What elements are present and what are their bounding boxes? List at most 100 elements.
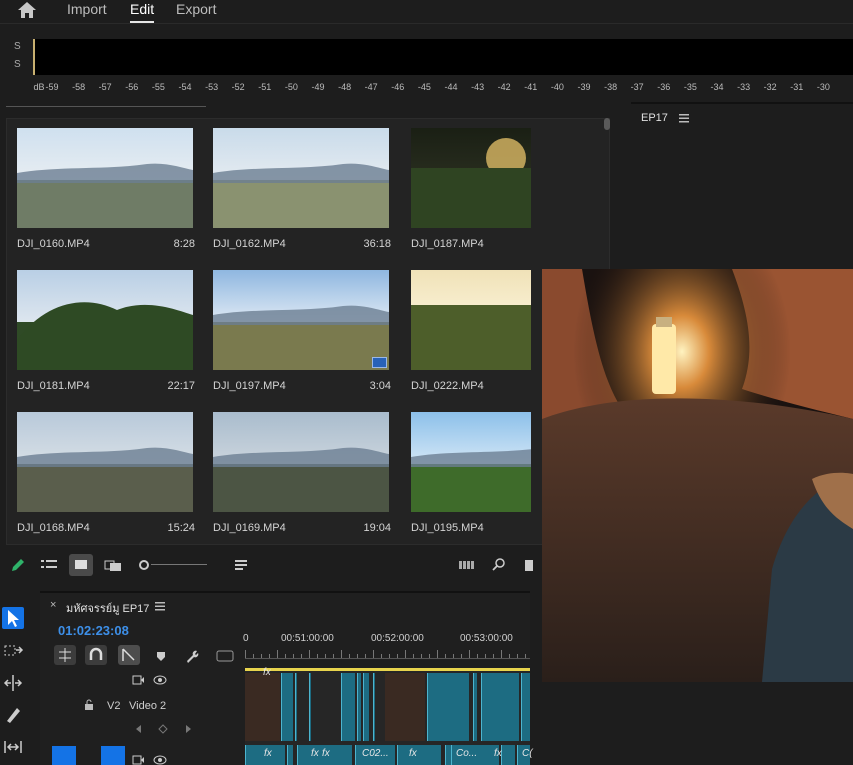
clip-item[interactable]: DJI_0160.MP4 8:28 bbox=[17, 128, 195, 256]
clip-thumbnail[interactable] bbox=[213, 128, 389, 228]
program-sequence-title[interactable]: EP17 bbox=[641, 112, 668, 124]
home-icon[interactable] bbox=[16, 1, 38, 19]
meter-tick-label: -40 bbox=[550, 82, 564, 92]
clip-item[interactable]: DJI_0169.MP4 19:04 bbox=[213, 412, 391, 540]
program-monitor-header: EP17 bbox=[631, 102, 853, 130]
ruler-tick bbox=[445, 654, 446, 658]
clip-thumbnail[interactable] bbox=[411, 412, 531, 512]
sequence-tab[interactable]: มหัศจรรย์มู EP17 bbox=[66, 599, 149, 617]
tab-edit[interactable]: Edit bbox=[130, 1, 155, 23]
timeline-clip[interactable] bbox=[281, 673, 293, 741]
clip-label: fx bbox=[263, 667, 271, 678]
slip-tool-icon[interactable] bbox=[2, 736, 24, 758]
selection-tool[interactable] bbox=[2, 607, 24, 629]
timeline-clip[interactable] bbox=[363, 673, 369, 741]
tab-import[interactable]: Import bbox=[67, 1, 107, 17]
timeline-clip[interactable] bbox=[473, 673, 477, 741]
track-name-v2: Video 2 bbox=[129, 700, 167, 712]
toggle-sync-icon[interactable] bbox=[132, 675, 144, 685]
meter-channel-label: S bbox=[14, 41, 21, 52]
work-area-bar[interactable] bbox=[245, 668, 530, 671]
track-select-icon[interactable] bbox=[2, 640, 24, 662]
ruler-tick bbox=[389, 654, 390, 658]
ruler-tick bbox=[525, 654, 526, 658]
lock-icon[interactable] bbox=[84, 699, 94, 711]
wrench-icon[interactable] bbox=[185, 649, 199, 663]
list-view-icon[interactable] bbox=[40, 557, 58, 573]
timeline-clip[interactable] bbox=[501, 745, 515, 765]
timeline-clip[interactable] bbox=[295, 673, 297, 741]
bin-search-field[interactable] bbox=[6, 93, 206, 107]
clip-duration: 15:24 bbox=[167, 522, 195, 534]
meter-tick-label: -53 bbox=[205, 82, 219, 92]
clip-item[interactable]: DJI_0187.MP4 bbox=[411, 128, 531, 256]
clip-thumbnail[interactable] bbox=[213, 270, 389, 370]
ripple-edit-icon[interactable] bbox=[2, 672, 24, 694]
linked-selection-button[interactable] bbox=[118, 645, 140, 665]
timeline-tracks[interactable]: fx fx fx fx C02... fx Co... fx C( bbox=[245, 667, 533, 765]
snap-button[interactable] bbox=[85, 645, 107, 665]
toggle-sync-icon[interactable] bbox=[132, 755, 144, 765]
clip-thumbnail[interactable] bbox=[213, 412, 389, 512]
clip-item[interactable]: DJI_0197.MP4 3:04 bbox=[213, 270, 391, 398]
timeline-menu-icon[interactable] bbox=[155, 601, 165, 611]
clip-label: fx bbox=[494, 748, 502, 759]
ruler-tick bbox=[453, 654, 454, 658]
nest-toggle-button[interactable] bbox=[54, 645, 76, 665]
eye-icon[interactable] bbox=[153, 755, 167, 765]
clip-thumbnail[interactable] bbox=[17, 270, 193, 370]
pencil-icon[interactable] bbox=[9, 557, 27, 573]
clip-thumbnail[interactable] bbox=[411, 270, 531, 370]
timeline-clip[interactable] bbox=[341, 673, 355, 741]
ruler-tick bbox=[317, 654, 318, 658]
playhead-timecode[interactable]: 01:02:23:08 bbox=[58, 623, 129, 638]
captions-icon[interactable] bbox=[216, 650, 234, 662]
selection-arrow-icon bbox=[8, 610, 19, 627]
timeline-clip[interactable] bbox=[427, 673, 469, 741]
clip-duration: 36:18 bbox=[363, 238, 391, 250]
track-id-v2[interactable]: V2 bbox=[107, 700, 120, 712]
timeline-clip[interactable] bbox=[385, 673, 425, 741]
timeline-clip[interactable] bbox=[521, 673, 530, 741]
clip-name: DJI_0160.MP4 bbox=[17, 238, 90, 250]
clip-item[interactable]: DJI_0222.MP4 bbox=[411, 270, 531, 398]
program-monitor-frame[interactable] bbox=[542, 269, 853, 682]
tab-export[interactable]: Export bbox=[176, 1, 216, 17]
clip-thumbnail[interactable] bbox=[411, 128, 531, 228]
timeline-clip[interactable] bbox=[481, 673, 519, 741]
clip-item[interactable]: DJI_0181.MP4 22:17 bbox=[17, 270, 195, 398]
timeline-clip[interactable] bbox=[373, 673, 375, 741]
add-marker-icon[interactable] bbox=[155, 650, 167, 662]
timeline-clip[interactable] bbox=[287, 745, 293, 765]
time-ruler[interactable]: 0 00:51:00:00 00:52:00:00 00:53:00:00 bbox=[243, 633, 530, 661]
linked-selection-icon bbox=[122, 648, 135, 661]
timeline-clip[interactable] bbox=[397, 745, 441, 765]
search-icon[interactable] bbox=[490, 557, 508, 573]
automate-to-sequence-icon[interactable] bbox=[458, 557, 476, 573]
track-target-v1[interactable] bbox=[101, 746, 125, 765]
clip-thumbnail[interactable] bbox=[17, 412, 193, 512]
source-patch-v1[interactable] bbox=[52, 746, 76, 765]
timeline-clip[interactable] bbox=[357, 673, 361, 741]
bin-scrollbar[interactable] bbox=[604, 118, 610, 130]
icon-view-button[interactable] bbox=[69, 554, 93, 576]
timeline-clip[interactable] bbox=[245, 673, 280, 741]
zoom-slider[interactable] bbox=[139, 560, 209, 570]
eye-icon[interactable] bbox=[153, 675, 167, 685]
clip-item[interactable]: DJI_0195.MP4 bbox=[411, 412, 531, 540]
clip-label: fx bbox=[311, 748, 319, 759]
workspace-header: Import Edit Export bbox=[0, 0, 853, 24]
clip-name: DJI_0169.MP4 bbox=[213, 522, 286, 534]
razor-icon[interactable] bbox=[2, 704, 24, 726]
timeline-clip[interactable] bbox=[309, 673, 311, 741]
clip-thumbnail[interactable] bbox=[17, 128, 193, 228]
trash-icon[interactable] bbox=[520, 557, 538, 573]
clip-item[interactable]: DJI_0168.MP4 15:24 bbox=[17, 412, 195, 540]
sort-icon[interactable] bbox=[233, 557, 251, 573]
panel-menu-icon[interactable] bbox=[679, 113, 689, 123]
keyframe-nav-icon[interactable] bbox=[134, 723, 194, 735]
freeform-view-icon[interactable] bbox=[104, 557, 122, 573]
close-tab-icon[interactable]: × bbox=[50, 599, 56, 611]
meter-tick-label: -59 bbox=[45, 82, 59, 92]
clip-item[interactable]: DJI_0162.MP4 36:18 bbox=[213, 128, 391, 256]
